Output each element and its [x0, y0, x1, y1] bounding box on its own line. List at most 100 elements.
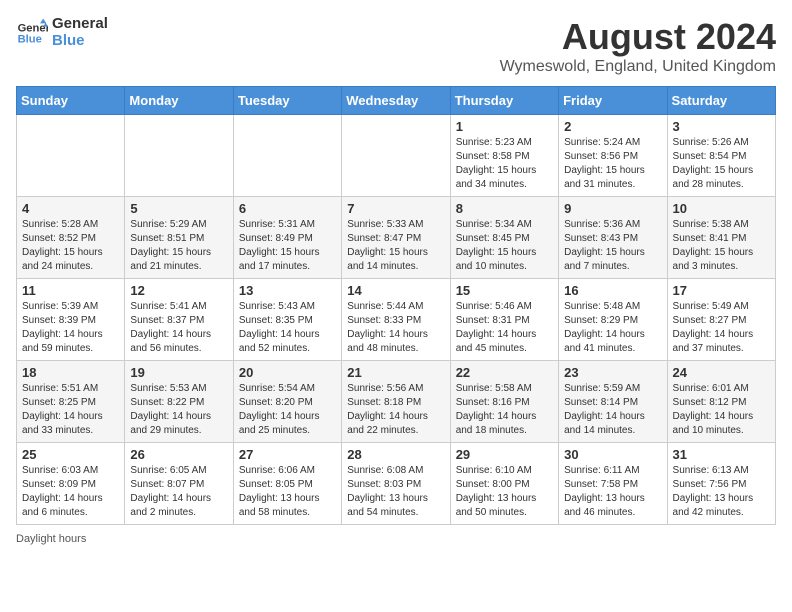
day-number: 21	[347, 365, 444, 380]
day-info: Sunrise: 6:13 AM Sunset: 7:56 PM Dayligh…	[673, 464, 770, 520]
day-number: 2	[564, 119, 661, 134]
day-info: Sunrise: 5:26 AM Sunset: 8:54 PM Dayligh…	[673, 136, 770, 192]
day-info: Sunrise: 6:11 AM Sunset: 7:58 PM Dayligh…	[564, 464, 661, 520]
day-number: 23	[564, 365, 661, 380]
column-header-monday: Monday	[125, 87, 233, 115]
calendar-week-row: 11 Sunrise: 5:39 AM Sunset: 8:39 PM Dayli…	[17, 279, 776, 361]
calendar-cell: 22 Sunrise: 5:58 AM Sunset: 8:16 PM Dayli…	[450, 361, 558, 443]
column-header-saturday: Saturday	[667, 87, 775, 115]
calendar-cell	[125, 115, 233, 197]
day-number: 12	[130, 283, 227, 298]
day-info: Sunrise: 5:43 AM Sunset: 8:35 PM Dayligh…	[239, 300, 336, 356]
calendar-cell: 25 Sunrise: 6:03 AM Sunset: 8:09 PM Dayli…	[17, 443, 125, 525]
calendar-cell: 4Sunrise: 5:28 AM Sunset: 8:52 PM Daylig…	[17, 197, 125, 279]
column-header-thursday: Thursday	[450, 87, 558, 115]
calendar-cell: 8 Sunrise: 5:34 AM Sunset: 8:45 PM Daylig…	[450, 197, 558, 279]
calendar-cell: 2 Sunrise: 5:24 AM Sunset: 8:56 PM Daylig…	[559, 115, 667, 197]
day-info: Sunrise: 5:24 AM Sunset: 8:56 PM Dayligh…	[564, 136, 661, 192]
calendar-cell: 3 Sunrise: 5:26 AM Sunset: 8:54 PM Daylig…	[667, 115, 775, 197]
day-number: 24	[673, 365, 770, 380]
day-info: Sunrise: 5:28 AM Sunset: 8:52 PM Dayligh…	[22, 218, 119, 274]
calendar-cell: 9 Sunrise: 5:36 AM Sunset: 8:43 PM Daylig…	[559, 197, 667, 279]
day-info: Sunrise: 5:59 AM Sunset: 8:14 PM Dayligh…	[564, 382, 661, 438]
day-info: Sunrise: 5:48 AM Sunset: 8:29 PM Dayligh…	[564, 300, 661, 356]
day-info: Sunrise: 5:58 AM Sunset: 8:16 PM Dayligh…	[456, 382, 553, 438]
logo-icon: General Blue	[16, 17, 48, 49]
day-number: 27	[239, 447, 336, 462]
day-number: 3	[673, 119, 770, 134]
day-info: Sunrise: 5:56 AM Sunset: 8:18 PM Dayligh…	[347, 382, 444, 438]
day-info: Sunrise: 6:06 AM Sunset: 8:05 PM Dayligh…	[239, 464, 336, 520]
day-info: Sunrise: 5:49 AM Sunset: 8:27 PM Dayligh…	[673, 300, 770, 356]
calendar-cell: 26 Sunrise: 6:05 AM Sunset: 8:07 PM Dayli…	[125, 443, 233, 525]
calendar-cell: 23 Sunrise: 5:59 AM Sunset: 8:14 PM Dayli…	[559, 361, 667, 443]
calendar-cell: 18Sunrise: 5:51 AM Sunset: 8:25 PM Dayli…	[17, 361, 125, 443]
day-info: Sunrise: 5:41 AM Sunset: 8:37 PM Dayligh…	[130, 300, 227, 356]
day-info: Sunrise: 5:39 AM Sunset: 8:39 PM Dayligh…	[22, 300, 119, 356]
day-number: 26	[130, 447, 227, 462]
day-number: 9	[564, 201, 661, 216]
calendar-cell: 19 Sunrise: 5:53 AM Sunset: 8:22 PM Dayli…	[125, 361, 233, 443]
day-info: Sunrise: 6:03 AM Sunset: 8:09 PM Dayligh…	[22, 464, 119, 520]
svg-text:General: General	[18, 22, 48, 34]
calendar-week-row: 18Sunrise: 5:51 AM Sunset: 8:25 PM Dayli…	[17, 361, 776, 443]
day-number: 25	[22, 447, 119, 462]
calendar-week-row: 4Sunrise: 5:28 AM Sunset: 8:52 PM Daylig…	[17, 197, 776, 279]
calendar-table: SundayMondayTuesdayWednesdayThursdayFrid…	[16, 86, 776, 525]
day-number: 30	[564, 447, 661, 462]
day-info: Sunrise: 5:38 AM Sunset: 8:41 PM Dayligh…	[673, 218, 770, 274]
calendar-cell: 21 Sunrise: 5:56 AM Sunset: 8:18 PM Dayli…	[342, 361, 450, 443]
day-number: 7	[347, 201, 444, 216]
day-info: Sunrise: 6:10 AM Sunset: 8:00 PM Dayligh…	[456, 464, 553, 520]
column-header-tuesday: Tuesday	[233, 87, 341, 115]
calendar-cell: 24 Sunrise: 6:01 AM Sunset: 8:12 PM Dayli…	[667, 361, 775, 443]
day-number: 19	[130, 365, 227, 380]
calendar-cell	[17, 115, 125, 197]
day-number: 10	[673, 201, 770, 216]
day-info: Sunrise: 5:23 AM Sunset: 8:58 PM Dayligh…	[456, 136, 553, 192]
calendar-week-row: 1 Sunrise: 5:23 AM Sunset: 8:58 PM Daylig…	[17, 115, 776, 197]
day-number: 1	[456, 119, 553, 134]
calendar-cell: 17Sunrise: 5:49 AM Sunset: 8:27 PM Dayli…	[667, 279, 775, 361]
day-info: Sunrise: 6:01 AM Sunset: 8:12 PM Dayligh…	[673, 382, 770, 438]
column-header-sunday: Sunday	[17, 87, 125, 115]
page-title: August 2024	[500, 16, 776, 58]
day-number: 16	[564, 283, 661, 298]
calendar-cell	[342, 115, 450, 197]
day-number: 29	[456, 447, 553, 462]
day-number: 28	[347, 447, 444, 462]
day-info: Sunrise: 5:34 AM Sunset: 8:45 PM Dayligh…	[456, 218, 553, 274]
page-subtitle: Wymeswold, England, United Kingdom	[500, 58, 776, 76]
day-info: Sunrise: 5:33 AM Sunset: 8:47 PM Dayligh…	[347, 218, 444, 274]
calendar-cell: 10 Sunrise: 5:38 AM Sunset: 8:41 PM Dayli…	[667, 197, 775, 279]
day-number: 6	[239, 201, 336, 216]
day-info: Sunrise: 5:29 AM Sunset: 8:51 PM Dayligh…	[130, 218, 227, 274]
day-number: 31	[673, 447, 770, 462]
day-info: Sunrise: 6:05 AM Sunset: 8:07 PM Dayligh…	[130, 464, 227, 520]
logo-blue: Blue	[52, 33, 108, 50]
day-number: 14	[347, 283, 444, 298]
calendar-cell: 29 Sunrise: 6:10 AM Sunset: 8:00 PM Dayli…	[450, 443, 558, 525]
day-number: 13	[239, 283, 336, 298]
day-info: Sunrise: 5:53 AM Sunset: 8:22 PM Dayligh…	[130, 382, 227, 438]
calendar-cell: 14 Sunrise: 5:44 AM Sunset: 8:33 PM Dayli…	[342, 279, 450, 361]
day-info: Sunrise: 5:36 AM Sunset: 8:43 PM Dayligh…	[564, 218, 661, 274]
day-number: 8	[456, 201, 553, 216]
day-number: 5	[130, 201, 227, 216]
header: General Blue General Blue August 2024 Wy…	[16, 16, 776, 76]
day-info: Sunrise: 6:08 AM Sunset: 8:03 PM Dayligh…	[347, 464, 444, 520]
calendar-cell: 13 Sunrise: 5:43 AM Sunset: 8:35 PM Dayli…	[233, 279, 341, 361]
calendar-cell: 30 Sunrise: 6:11 AM Sunset: 7:58 PM Dayli…	[559, 443, 667, 525]
calendar-cell: 20Sunrise: 5:54 AM Sunset: 8:20 PM Dayli…	[233, 361, 341, 443]
calendar-cell: 6Sunrise: 5:31 AM Sunset: 8:49 PM Daylig…	[233, 197, 341, 279]
day-info: Sunrise: 5:44 AM Sunset: 8:33 PM Dayligh…	[347, 300, 444, 356]
calendar-cell: 11 Sunrise: 5:39 AM Sunset: 8:39 PM Dayli…	[17, 279, 125, 361]
day-number: 11	[22, 283, 119, 298]
day-number: 22	[456, 365, 553, 380]
day-number: 20	[239, 365, 336, 380]
svg-text:Blue: Blue	[18, 33, 42, 45]
calendar-header-row: SundayMondayTuesdayWednesdayThursdayFrid…	[17, 87, 776, 115]
calendar-cell: 15Sunrise: 5:46 AM Sunset: 8:31 PM Dayli…	[450, 279, 558, 361]
column-header-friday: Friday	[559, 87, 667, 115]
calendar-cell: 28 Sunrise: 6:08 AM Sunset: 8:03 PM Dayli…	[342, 443, 450, 525]
